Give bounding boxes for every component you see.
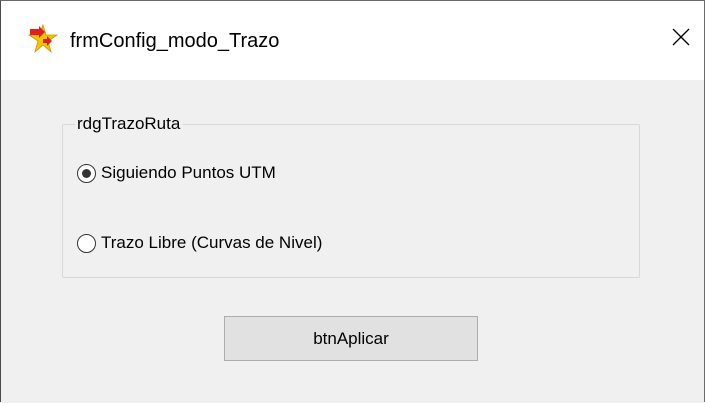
window-title: frmConfig_modo_Trazo [70,30,280,52]
radio-option-utm-points[interactable]: Siguiendo Puntos UTM [77,161,276,185]
route-mode-groupbox: rdgTrazoRuta Siguiendo Puntos UTM Trazo … [62,113,640,278]
radio-dot-icon [82,168,91,178]
dialog-window: frmConfig_modo_Trazo rdgTrazoRuta Siguie… [0,0,705,403]
radio-label-free-trace[interactable]: Trazo Libre (Curvas de Nivel) [101,232,322,254]
radio-label-utm-points[interactable]: Siguiendo Puntos UTM [101,162,276,184]
radio-unselected-icon[interactable] [77,233,96,253]
apply-button[interactable]: btnAplicar [224,316,478,361]
close-button[interactable] [657,15,705,63]
close-icon [672,28,690,51]
client-area: rdgTrazoRuta Siguiendo Puntos UTM Trazo … [1,80,704,403]
radio-selected-icon[interactable] [77,163,96,183]
app-icon [27,23,59,54]
title-bar[interactable]: frmConfig_modo_Trazo [1,1,704,80]
radio-option-free-trace[interactable]: Trazo Libre (Curvas de Nivel) [77,231,322,255]
groupbox-caption: rdgTrazoRuta [75,113,184,135]
